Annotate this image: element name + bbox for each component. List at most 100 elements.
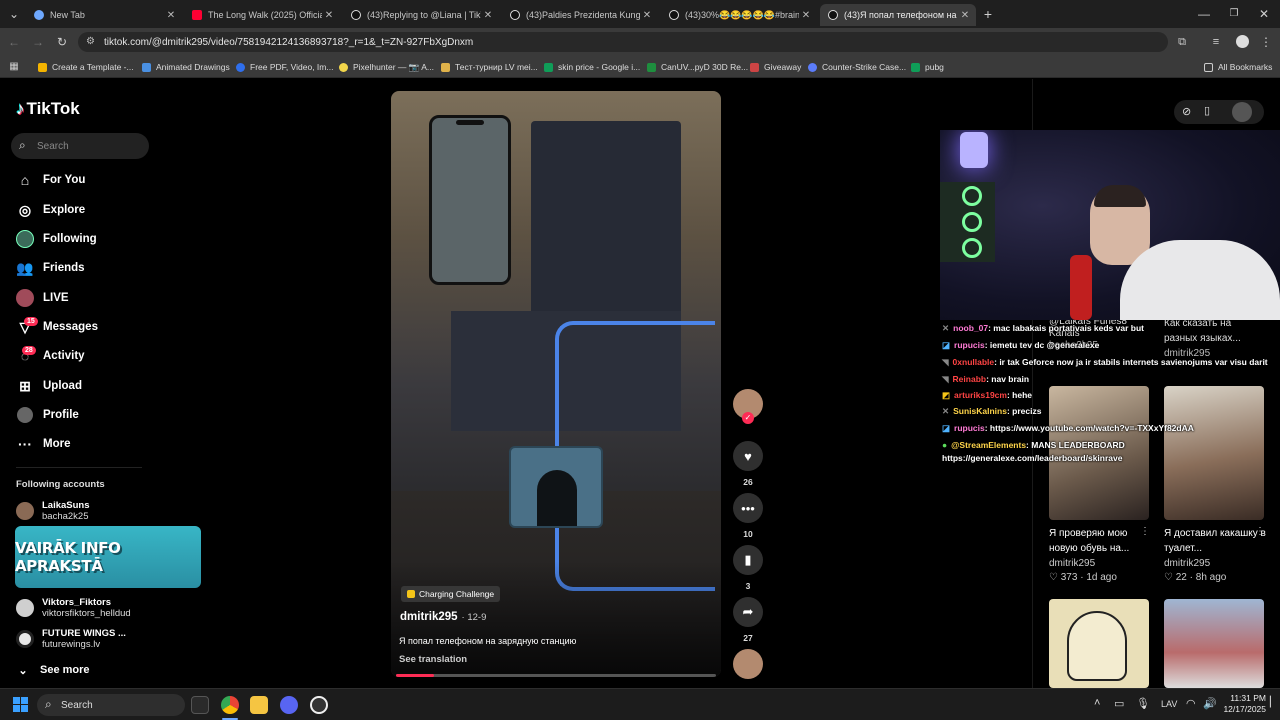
file-explorer-icon[interactable] xyxy=(250,696,268,714)
card-more-icon[interactable]: ⋮ xyxy=(1255,526,1265,537)
coin-icon[interactable]: ⊘ xyxy=(1182,105,1191,118)
tab-tiktok-brainrot[interactable]: (43)30%😂😂😂😂😂#brainr ✕ xyxy=(661,4,817,26)
nav-following[interactable]: Following xyxy=(16,228,97,250)
heart-outline-icon: ♡ xyxy=(1164,572,1173,583)
like-button[interactable]: ♥ 26 xyxy=(733,441,763,487)
video-thumbnail[interactable] xyxy=(1164,386,1264,520)
nav-for-you[interactable]: ⌂ For You xyxy=(16,169,86,191)
tab-long-walk[interactable]: The Long Walk (2025) Official T ✕ xyxy=(184,4,340,26)
profile-icon[interactable] xyxy=(1234,34,1250,50)
device-icon[interactable]: ▯ xyxy=(1204,104,1210,117)
chrome-icon[interactable] xyxy=(221,696,239,714)
search-input[interactable]: ⌕ Search xyxy=(11,133,149,159)
video-thumbnail[interactable] xyxy=(1049,599,1149,688)
bookmark-item[interactable]: Тест-турнир LV mei... xyxy=(441,60,538,74)
apps-grid-icon[interactable]: ▦ xyxy=(6,59,22,75)
account-item[interactable]: FUTURE WINGS ... futurewings.lv xyxy=(16,626,126,652)
media-controls-icon[interactable]: ≡ xyxy=(1208,34,1224,50)
comment-button[interactable]: ••• 10 xyxy=(733,493,763,539)
close-icon[interactable]: ✕ xyxy=(958,10,972,21)
network-icon[interactable]: ▭ xyxy=(1114,697,1124,710)
restore-icon[interactable]: ❐ xyxy=(1226,6,1242,22)
card-user[interactable]: dmitrik295 xyxy=(1049,558,1095,569)
see-more-button[interactable]: ⌄ See more xyxy=(16,659,89,681)
windows-start-icon[interactable] xyxy=(13,697,29,713)
see-translation-button[interactable]: See translation xyxy=(399,654,467,665)
reload-icon[interactable]: ↻ xyxy=(54,34,70,50)
all-bookmarks-button[interactable]: All Bookmarks xyxy=(1204,60,1272,74)
close-window-icon[interactable]: ✕ xyxy=(1256,6,1272,22)
save-button[interactable]: ▮ 3 xyxy=(733,545,763,591)
follow-check-icon[interactable]: ✓ xyxy=(742,412,754,424)
card-more-icon[interactable]: ⋮ xyxy=(1140,526,1150,537)
nav-profile[interactable]: Profile xyxy=(16,404,79,426)
close-icon[interactable]: ✕ xyxy=(640,10,654,21)
nav-upload[interactable]: ⊞ Upload xyxy=(16,375,82,397)
site-info-icon[interactable]: ⚙ xyxy=(86,36,95,47)
tab-tiktok-liana[interactable]: (43)Replying to @Liana | TikTok ✕ xyxy=(343,4,499,26)
back-icon[interactable]: ← xyxy=(6,34,22,50)
share-button[interactable]: ➦ 27 xyxy=(733,597,763,643)
video-thumbnail[interactable] xyxy=(1164,599,1264,688)
cartoon-face xyxy=(1067,611,1127,681)
close-icon[interactable]: ✕ xyxy=(164,10,178,21)
bookmark-item[interactable]: skin price - Google i... xyxy=(544,60,640,74)
microphone-icon[interactable]: 🎙 xyxy=(1136,697,1150,710)
video-player[interactable]: Charging Challenge dmitrik295 · 12-9 Я п… xyxy=(391,91,721,677)
discord-icon[interactable] xyxy=(280,696,298,714)
close-icon[interactable]: ✕ xyxy=(322,10,336,21)
volume-icon[interactable]: 🔊 xyxy=(1203,697,1217,710)
tab-new-tab[interactable]: New Tab ✕ xyxy=(26,4,182,26)
new-tab-button[interactable]: + xyxy=(980,6,996,22)
tab-tiktok-active[interactable]: (43)Я попал телефоном на зар ✕ xyxy=(820,4,976,26)
chevron-up-icon[interactable]: ˄ xyxy=(1094,697,1100,709)
bookmark-item[interactable]: CanUV...pyD 30D Re... xyxy=(647,60,748,74)
task-view-icon[interactable] xyxy=(191,696,209,714)
video-author[interactable]: dmitrik295 xyxy=(400,611,458,623)
account-item[interactable]: LaikaSuns bacha2k25 xyxy=(16,498,90,524)
bookmark-item[interactable]: Free PDF, Video, Im... xyxy=(236,60,333,74)
forward-icon[interactable]: → xyxy=(30,34,46,50)
bookmark-item[interactable]: Counter-Strike Case... xyxy=(808,60,906,74)
tab-search-icon[interactable]: ⌄ xyxy=(6,6,22,22)
close-icon[interactable]: ✕ xyxy=(799,10,813,21)
challenge-icon xyxy=(407,590,415,598)
card-title[interactable]: Я проверяю мою новую обувь на... xyxy=(1049,526,1153,556)
tab-tiktok-paldies[interactable]: (43)Paldies Prezidenta Kungam ✕ xyxy=(502,4,658,26)
card-title[interactable]: Я доставил какашку в туалет... xyxy=(1164,526,1268,556)
sound-avatar-button[interactable] xyxy=(733,649,763,679)
activity-badge: 28 xyxy=(22,346,36,355)
wifi-icon[interactable]: ◠ xyxy=(1186,697,1196,710)
video-progress-track[interactable] xyxy=(396,674,716,677)
bookmark-item[interactable]: Create a Template -... xyxy=(38,60,134,74)
bookmark-item[interactable]: Giveaway xyxy=(750,60,801,74)
chat-line: ✕ SunisKalnins: precizs xyxy=(942,406,1042,416)
nav-friends[interactable]: 👥 Friends xyxy=(16,257,84,279)
tiktok-logo[interactable]: ♪ TikTok xyxy=(16,99,80,119)
bookmark-item[interactable]: pubg xyxy=(911,60,944,74)
profile-avatar[interactable] xyxy=(1232,102,1252,122)
card-user[interactable]: dmitrik295 xyxy=(1164,558,1210,569)
notification-icon[interactable]: ▏ xyxy=(1270,697,1278,708)
clock[interactable]: 11:31 PM 12/17/2025 xyxy=(1222,693,1266,715)
creator-avatar-button[interactable]: ✓ xyxy=(733,389,763,424)
promo-banner[interactable]: VAIRĀK INFO APRAKSTĀ xyxy=(15,526,201,588)
nav-explore[interactable]: ◎ Explore xyxy=(16,199,85,221)
chat-line: ✕ noob_07: mac labakais portativais keds … xyxy=(942,323,1144,333)
close-icon[interactable]: ✕ xyxy=(481,10,495,21)
taskbar-search-input[interactable]: ⌕ Search xyxy=(37,694,185,716)
nav-more[interactable]: ··· More xyxy=(16,433,70,455)
account-item[interactable]: Viktors_Fiktors viktorsfiktors_helldud xyxy=(16,595,131,621)
extensions-icon[interactable]: ⧉ xyxy=(1174,34,1190,50)
stream-webcam-overlay xyxy=(940,130,1280,320)
bookmark-item[interactable]: Pixelhunter — 📷 A... xyxy=(339,60,434,74)
challenge-tag[interactable]: Charging Challenge xyxy=(401,586,501,602)
bookmark-item[interactable]: Animated Drawings xyxy=(142,60,230,74)
input-language[interactable]: LAV xyxy=(1161,699,1177,709)
address-bar[interactable]: ⚙ tiktok.com/@dmitrik295/video/758194212… xyxy=(78,32,1168,52)
chevron-down-icon: ⌄ xyxy=(18,664,28,677)
obs-icon[interactable] xyxy=(310,696,328,714)
nav-live[interactable]: LIVE xyxy=(16,287,69,309)
menu-kebab-icon[interactable]: ⋮ xyxy=(1258,34,1274,50)
minimize-icon[interactable]: — xyxy=(1196,6,1212,22)
